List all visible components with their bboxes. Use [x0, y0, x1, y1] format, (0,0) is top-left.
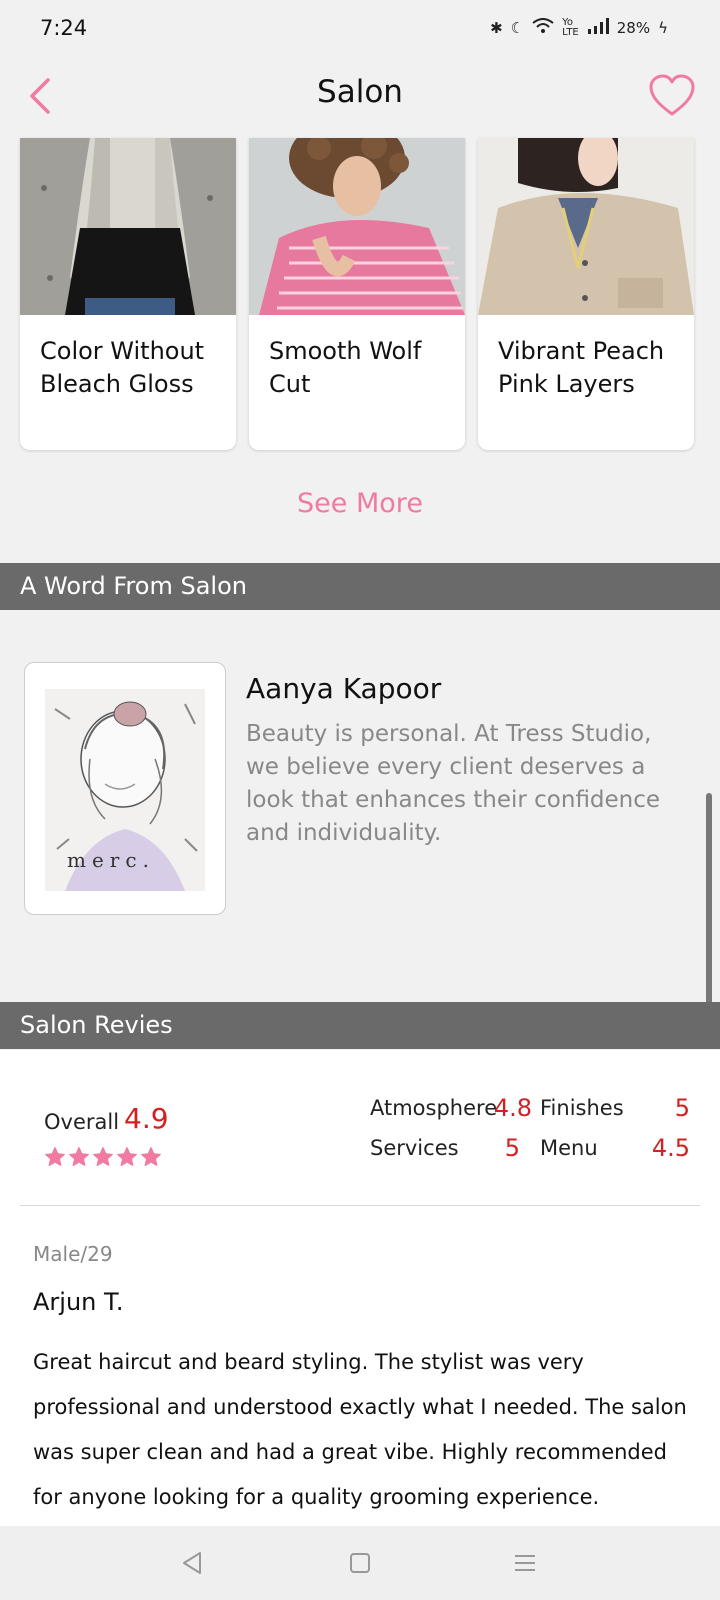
style-card[interactable]: Vibrant Peach Pink Layers [478, 138, 694, 450]
star-icon [69, 1147, 89, 1166]
rating-label-atmosphere: Atmosphere [370, 1096, 498, 1120]
rating-score-services: 5 [504, 1134, 520, 1162]
style-photo [249, 138, 465, 315]
reviewer-name: Arjun T. [33, 1288, 124, 1316]
status-time: 7:24 [40, 16, 88, 40]
rating-label-services: Services [370, 1136, 459, 1160]
word-section-header: A Word From Salon [0, 563, 720, 610]
review-text: Great haircut and beard styling. The sty… [33, 1350, 687, 1509]
system-nav-bar [0, 1526, 720, 1600]
rating-label-menu: Menu [540, 1136, 598, 1160]
page-title: Salon [317, 74, 403, 110]
rating-score-finishes: 5 [674, 1094, 690, 1122]
svg-text:merc.: merc. [67, 848, 155, 872]
reviewer-demographic: Male/29 [33, 1242, 113, 1266]
status-bar: 7:24 ✱ ☾ Yo LTE 28% ϟ [0, 0, 720, 60]
rating-score-menu: 4.5 [651, 1134, 690, 1162]
salon-reviews: Overall 4.9 Atmosphere 4.8 Finishes 5 Se… [0, 1050, 720, 1526]
battery-percent: 28% [616, 19, 651, 37]
rating-score-atmosphere: 4.8 [493, 1094, 532, 1122]
favorite-button[interactable] [648, 74, 696, 118]
star-icon [93, 1147, 113, 1166]
see-more-link[interactable]: See More [0, 488, 720, 519]
star-icon [45, 1147, 65, 1166]
nav-menu-icon[interactable] [510, 1548, 540, 1578]
style-cards-row: Color Without Bleach Gloss Smooth Wolf C… [20, 138, 700, 452]
style-card[interactable]: Smooth Wolf Cut [249, 138, 465, 450]
signal-icon [587, 18, 609, 38]
status-icons: ✱ ☾ Yo LTE 28% ϟ [490, 18, 668, 38]
nav-home-icon[interactable] [345, 1548, 375, 1578]
rating-label-finishes: Finishes [540, 1096, 624, 1120]
overall-label: Overall [44, 1110, 120, 1134]
reviews-section-header: Salon Revies [0, 1002, 720, 1049]
style-name: Color Without Bleach Gloss [40, 337, 205, 398]
heart-icon [649, 74, 695, 116]
nav-back-icon[interactable] [178, 1548, 208, 1578]
style-photo [20, 138, 236, 315]
salon-illustration: merc. [45, 689, 205, 891]
overall-score: 4.9 [124, 1102, 169, 1135]
scrollbar-thumb[interactable] [706, 793, 712, 1025]
moon-icon: ☾ [510, 19, 525, 37]
volte-icon: Yo LTE [562, 17, 579, 38]
style-name: Smooth Wolf Cut [269, 337, 422, 398]
style-photo [478, 138, 694, 315]
star-icon [141, 1147, 161, 1166]
bluetooth-icon: ✱ [490, 19, 503, 37]
style-card[interactable]: Color Without Bleach Gloss [20, 138, 236, 450]
charging-icon: ϟ [658, 19, 668, 37]
divider [20, 1205, 700, 1206]
wifi-icon [532, 18, 554, 38]
star-icon [117, 1147, 137, 1166]
salon-message: Beauty is personal. At Tress Studio, we … [246, 721, 661, 846]
style-name: Vibrant Peach Pink Layers [498, 337, 665, 398]
salon-author-name: Aanya Kapoor [246, 672, 442, 705]
overall-stars [44, 1146, 162, 1168]
top-app-bar: Salon [0, 60, 720, 138]
word-from-salon: merc. Aanya Kapoor Beauty is personal. A… [0, 610, 720, 1002]
salon-illustration-frame: merc. [24, 662, 226, 915]
